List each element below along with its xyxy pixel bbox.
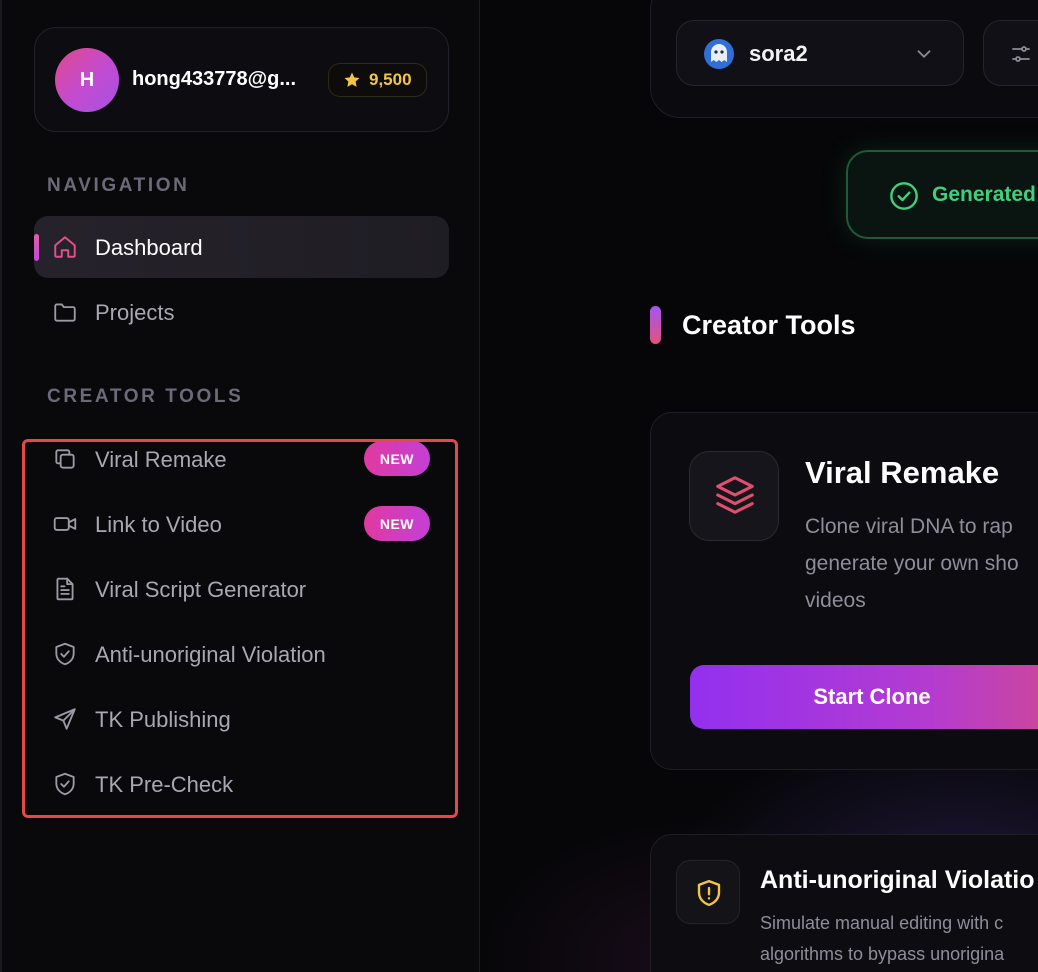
send-icon xyxy=(52,706,78,732)
sidebar-item-label: Link to Video xyxy=(95,512,222,537)
sidebar-item-label: Dashboard xyxy=(95,235,203,260)
model-name: sora2 xyxy=(749,41,808,66)
document-icon xyxy=(52,576,78,602)
credits-value: 9,500 xyxy=(369,70,412,89)
description-line: algorithms to bypass unorigina xyxy=(760,944,1005,964)
creator-tools-section-title: CREATOR TOOLS xyxy=(47,386,244,407)
description-line: videos xyxy=(805,589,866,612)
main-content: sora2 Generated Creator Tools Viral Rema… xyxy=(480,0,1038,972)
filter-settings-button[interactable] xyxy=(983,20,1038,86)
section-heading-accent xyxy=(650,306,661,344)
tool-icon-box xyxy=(689,451,779,541)
video-camera-icon xyxy=(52,511,78,537)
sidebar-item-label: TK Publishing xyxy=(95,707,231,732)
avatar-initial: H xyxy=(79,68,95,91)
app-root: H hong433778@g... 9,500 NAVIGATION Dashb… xyxy=(0,0,1038,972)
status-text: Generated xyxy=(932,183,1036,206)
check-circle-icon xyxy=(890,182,918,210)
sidebar-item-label: Projects xyxy=(95,300,175,325)
new-badge: NEW xyxy=(363,506,430,541)
copy-icon xyxy=(52,446,78,472)
star-icon xyxy=(344,72,360,87)
avatar[interactable]: H xyxy=(55,48,119,112)
description-line: Clone viral DNA to rap xyxy=(805,515,1013,538)
sidebar: H hong433778@g... 9,500 NAVIGATION Dashb… xyxy=(0,0,480,972)
section-heading: Creator Tools xyxy=(682,310,856,340)
layers-icon xyxy=(716,476,754,514)
description-line: generate your own sho xyxy=(805,552,1019,575)
tool-card-title: Anti-unoriginal Violatio xyxy=(760,866,1035,894)
sidebar-item-label: TK Pre-Check xyxy=(95,772,234,797)
tool-card-description: Simulate manual editing with c algorithm… xyxy=(760,908,1004,970)
user-email: hong433778@g... xyxy=(132,68,296,90)
shield-check-icon xyxy=(52,771,78,797)
tool-card-description: Clone viral DNA to rap generate your own… xyxy=(805,508,1038,619)
shield-check-icon xyxy=(52,641,78,667)
model-select[interactable]: sora2 xyxy=(676,20,964,86)
navigation-section-title: NAVIGATION xyxy=(47,175,190,196)
tool-icon-box xyxy=(676,860,740,924)
sidebar-item-viral-script-generator[interactable]: Viral Script Generator xyxy=(34,558,449,620)
description-line: Simulate manual editing with c xyxy=(760,913,1004,933)
sidebar-item-link-to-video[interactable]: Link to Video NEW xyxy=(34,493,449,555)
folder-icon xyxy=(52,299,78,325)
sidebar-item-projects[interactable]: Projects xyxy=(34,281,449,343)
sidebar-item-dashboard[interactable]: Dashboard xyxy=(34,216,449,278)
home-icon xyxy=(52,234,78,260)
sliders-icon xyxy=(1012,46,1030,62)
sidebar-item-label: Viral Script Generator xyxy=(95,577,307,602)
sidebar-item-label: Anti-unoriginal Violation xyxy=(95,642,326,667)
new-badge: NEW xyxy=(363,441,430,476)
shield-alert-icon xyxy=(697,879,721,907)
status-pill: Generated xyxy=(846,150,1038,239)
sidebar-item-tk-pre-check[interactable]: TK Pre-Check xyxy=(34,753,449,815)
start-clone-button[interactable]: Start Clone xyxy=(690,665,1038,729)
sidebar-item-label: Viral Remake xyxy=(95,447,227,472)
sidebar-item-viral-remake[interactable]: Viral Remake NEW xyxy=(34,428,449,490)
sidebar-item-tk-publishing[interactable]: TK Publishing xyxy=(34,688,449,750)
tool-card-title: Viral Remake xyxy=(805,455,1000,490)
sidebar-item-anti-unoriginal-violation[interactable]: Anti-unoriginal Violation xyxy=(34,623,449,685)
ghost-avatar-icon xyxy=(704,39,734,69)
user-card[interactable]: H hong433778@g... 9,500 xyxy=(34,27,449,132)
credits-badge[interactable]: 9,500 xyxy=(328,63,427,97)
chevron-down-icon xyxy=(917,50,931,58)
